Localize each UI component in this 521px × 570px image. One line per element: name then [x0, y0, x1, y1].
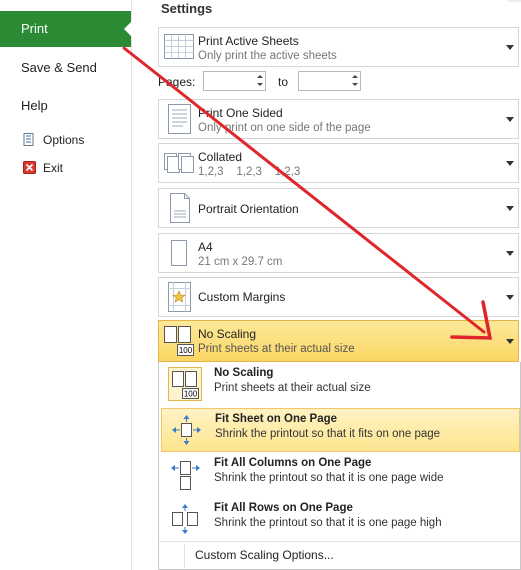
nav-exit-label: Exit — [43, 161, 64, 175]
no-scaling-icon: 100 — [168, 367, 202, 401]
settings-heading: Settings — [161, 1, 213, 16]
print-what-dropdown[interactable]: Print Active Sheets Only print the activ… — [158, 27, 519, 67]
top-edge — [508, 0, 521, 2]
scaling-menu: 100 No Scaling Print sheets at their act… — [158, 362, 521, 570]
custom-scaling-options[interactable]: Custom Scaling Options... — [195, 548, 334, 562]
options-icon — [23, 133, 35, 146]
nav-print-notch — [124, 21, 132, 37]
nav-print-label: Print — [21, 21, 48, 36]
menu-left-strip — [184, 544, 185, 568]
menu-item-fit-sheet[interactable]: Fit Sheet on One Page Shrink the printou… — [161, 408, 520, 452]
no-scaling-icon: 100 — [163, 324, 195, 356]
active-sheets-icon — [163, 31, 195, 63]
fit-sheet-icon — [169, 413, 203, 447]
menu-item-subtitle: Shrink the printout so that it is one pa… — [214, 517, 442, 529]
collation-subtitle: 1,2,3 1,2,3 1,2,3 — [198, 166, 301, 178]
menu-item-title: Fit All Rows on One Page — [214, 502, 353, 514]
chevron-down-icon — [506, 206, 514, 211]
nav-options[interactable]: Options — [0, 133, 131, 149]
custom-margins-icon — [163, 281, 195, 313]
pages-to-spinner[interactable] — [351, 71, 360, 91]
menu-item-subtitle: Print sheets at their actual size — [214, 382, 371, 394]
collated-icon — [163, 147, 195, 179]
sides-title: Print One Sided — [198, 106, 283, 120]
menu-item-title: No Scaling — [214, 367, 274, 379]
menu-item-fit-columns[interactable]: Fit All Columns on One Page Shrink the p… — [161, 453, 520, 497]
chevron-down-icon — [506, 161, 514, 166]
menu-item-subtitle: Shrink the printout so that it is one pa… — [214, 472, 444, 484]
scaling-title: No Scaling — [198, 327, 257, 341]
paper-icon — [163, 237, 195, 269]
portrait-icon — [163, 192, 195, 224]
scaling-dropdown[interactable]: 100 No Scaling Print sheets at their act… — [158, 320, 519, 362]
nav-print[interactable]: Print — [0, 11, 132, 47]
pages-to-label: to — [278, 75, 289, 89]
chevron-down-icon — [506, 339, 514, 344]
chevron-down-icon — [506, 251, 514, 256]
menu-item-title: Fit All Columns on One Page — [214, 457, 372, 469]
menu-item-title: Fit Sheet on One Page — [215, 413, 338, 425]
exit-icon — [23, 161, 36, 174]
nav-options-label: Options — [43, 133, 85, 147]
print-what-subtitle: Only print the active sheets — [198, 50, 337, 62]
sides-subtitle: Only print on one side of the page — [198, 122, 371, 134]
orientation-title: Portrait Orientation — [198, 202, 299, 216]
nav-help[interactable]: Help — [0, 98, 131, 116]
no-scaling-icon-label: 100 — [179, 346, 193, 355]
nav-save-send-label: Save & Send — [21, 60, 97, 75]
one-sided-icon — [163, 103, 195, 135]
collation-title: Collated — [198, 150, 243, 164]
paper-title: A4 — [198, 240, 213, 254]
menu-item-no-scaling[interactable]: 100 No Scaling Print sheets at their act… — [161, 363, 520, 407]
margins-dropdown[interactable]: Custom Margins — [158, 277, 519, 317]
pages-row: Pages: to — [158, 71, 519, 93]
pages-label: Pages: — [158, 75, 196, 89]
scaling-subtitle: Print sheets at their actual size — [198, 343, 355, 355]
orientation-dropdown[interactable]: Portrait Orientation — [158, 188, 519, 228]
paper-subtitle: 21 cm x 29.7 cm — [198, 256, 283, 268]
fit-rows-icon — [168, 502, 202, 536]
menu-item-fit-rows[interactable]: Fit All Rows on One Page Shrink the prin… — [161, 498, 520, 542]
backstage-nav: Print Save & Send Help Options Exit — [0, 0, 132, 570]
chevron-down-icon — [506, 45, 514, 50]
nav-save-send[interactable]: Save & Send — [0, 60, 131, 78]
menu-separator — [159, 541, 520, 542]
chevron-down-icon — [506, 295, 514, 300]
chevron-down-icon — [506, 117, 514, 122]
fit-columns-icon — [168, 457, 202, 491]
pages-from-spinner[interactable] — [256, 71, 265, 91]
margins-title: Custom Margins — [198, 290, 286, 304]
nav-help-label: Help — [21, 98, 48, 113]
paper-size-dropdown[interactable]: A4 21 cm x 29.7 cm — [158, 233, 519, 273]
sides-dropdown[interactable]: Print One Sided Only print on one side o… — [158, 99, 519, 139]
print-what-title: Print Active Sheets — [198, 34, 299, 48]
nav-exit[interactable]: Exit — [0, 161, 131, 177]
collation-dropdown[interactable]: Collated 1,2,3 1,2,3 1,2,3 — [158, 143, 519, 183]
menu-no-scaling-icon-label: 100 — [184, 390, 198, 399]
menu-item-subtitle: Shrink the printout so that it fits on o… — [215, 428, 441, 440]
